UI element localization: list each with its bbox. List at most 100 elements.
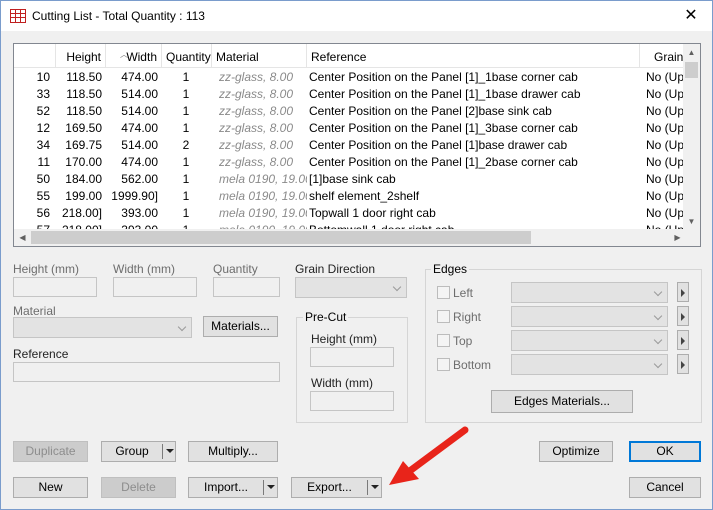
cell-quantity: 1 [182,70,190,84]
cell-reference: Center Position on the Panel [1]_1base c… [309,70,578,84]
edge-right-arrow-button[interactable] [677,306,689,326]
cell-quantity: 1 [182,87,190,101]
multiply-button[interactable]: Multiply... [188,441,278,462]
cell-reference: Center Position on the Panel [1]_2base c… [309,155,578,169]
cell-material: mela 0190, 19.00 [219,206,307,220]
cell-reference: Center Position on the Panel [1]_1base d… [309,87,581,101]
edge-bottom-arrow-button[interactable] [677,354,689,374]
export-split-button[interactable]: Export... [291,477,382,498]
cell-grain: No (Upo [646,155,686,169]
edge-left-label: Left [453,286,474,300]
edge-right-label: Right [453,310,482,324]
duplicate-button[interactable]: Duplicate [13,441,88,462]
cell-height: 218.00] [61,206,102,220]
cell-quantity: 1 [182,206,190,220]
horizontal-scrollbar[interactable]: ◀ ▶ [14,229,686,246]
cell-grain: No (Upo [646,206,686,220]
cell-reference: shelf element_2shelf [309,189,420,203]
width-input[interactable] [113,277,197,297]
group-split-button[interactable]: Group [101,441,176,462]
table-row[interactable]: 34 169.75 514.00 2 zz-glass, 8.00 Center Posi… [14,137,686,154]
table-row[interactable]: 52 118.50 514.00 1 zz-glass, 8.00 Center Posi… [14,103,686,120]
horizontal-scroll-thumb[interactable] [31,231,531,244]
export-dropdown-icon[interactable] [368,478,382,497]
edge-right-select[interactable] [511,306,668,327]
cell-reference: Center Position on the Panel [1]_3base c… [309,121,578,135]
vertical-scrollbar[interactable]: ▲ ▼ [683,44,700,230]
scroll-down-icon[interactable]: ▼ [683,213,700,230]
table-header: ︿ Height Width Quantity Material Referen… [14,44,700,68]
materials-button[interactable]: Materials... [203,316,278,337]
edge-bottom-select[interactable] [511,354,668,375]
new-button[interactable]: New [13,477,88,498]
cell-width: 393.00 [121,206,158,220]
import-button[interactable]: Import... [189,478,263,497]
edge-top-checkbox[interactable] [437,334,450,347]
cell-id: 12 [36,121,50,135]
scroll-up-icon[interactable]: ▲ [683,44,700,61]
edge-left-select[interactable] [511,282,668,303]
cell-quantity: 1 [182,121,190,135]
quantity-input[interactable] [213,277,280,297]
edges-materials-button[interactable]: Edges Materials... [491,390,633,413]
cutting-list-app-icon [10,9,26,23]
table-row[interactable]: 50 184.00 562.00 1 mela 0190, 19.00 [1]base … [14,171,686,188]
optimize-button[interactable]: Optimize [539,441,613,462]
cell-height: 118.50 [66,87,102,101]
cell-quantity: 1 [182,172,190,186]
close-icon[interactable]: ✕ [676,5,706,27]
table-row[interactable]: 10 118.50 474.00 1 zz-glass, 8.00 Center Posi… [14,69,686,86]
ok-button[interactable]: OK [629,441,701,462]
cell-material: zz-glass, 8.00 [219,138,294,152]
cell-quantity: 1 [182,155,190,169]
delete-button[interactable]: Delete [101,477,176,498]
column-header-quantity[interactable]: Quantity [162,44,212,68]
edge-top-arrow-button[interactable] [677,330,689,350]
edge-left-checkbox[interactable] [437,286,450,299]
group-dropdown-icon[interactable] [163,442,177,461]
height-input[interactable] [13,277,97,297]
edge-bottom-checkbox[interactable] [437,358,450,371]
precut-height-input[interactable] [310,347,394,367]
column-header-id[interactable] [14,44,56,68]
cancel-button[interactable]: Cancel [629,477,701,498]
edge-top-label: Top [453,334,473,348]
cell-reference: Center Position on the Panel [2]base sin… [309,104,552,118]
import-dropdown-icon[interactable] [264,478,278,497]
edge-left-arrow-button[interactable] [677,282,689,302]
cell-width: 474.00 [121,121,158,135]
column-header-material[interactable]: Material [212,44,307,68]
precut-width-input[interactable] [310,391,394,411]
table-row[interactable]: 12 169.50 474.00 1 zz-glass, 8.00 Center Posi… [14,120,686,137]
reference-label: Reference [13,347,69,361]
export-button[interactable]: Export... [292,478,367,497]
cell-grain: No (Upo [646,172,686,186]
grain-direction-select[interactable] [295,277,407,298]
cell-height: 118.50 [66,104,102,118]
cell-id: 10 [36,70,50,84]
scroll-left-icon[interactable]: ◀ [14,229,31,246]
cell-grain: No (Upo [646,138,686,152]
group-button[interactable]: Group [102,442,162,461]
edge-right-checkbox[interactable] [437,310,450,323]
cell-material: zz-glass, 8.00 [219,87,294,101]
import-split-button[interactable]: Import... [188,477,278,498]
material-select[interactable] [13,317,192,338]
edge-top-select[interactable] [511,330,668,351]
chevron-down-icon [178,323,188,333]
chevron-down-icon [393,283,403,293]
vertical-scroll-thumb[interactable] [685,62,698,78]
cell-quantity: 1 [182,104,190,118]
column-header-width[interactable]: Width [106,44,162,68]
table-row[interactable]: 55 199.00 1999.90] 1 mela 0190, 19.00 shelf e… [14,188,686,205]
cutting-list-table[interactable]: ︿ Height Width Quantity Material Referen… [13,43,701,247]
table-row[interactable]: 11 170.00 474.00 1 zz-glass, 8.00 Center Posi… [14,154,686,171]
column-header-height[interactable]: ︿ Height [56,44,128,68]
table-row[interactable]: 56 218.00] 393.00 1 mela 0190, 19.00 Topwall … [14,205,686,222]
window-title: Cutting List - Total Quantity : 113 [32,9,205,23]
cell-height: 199.00 [65,189,102,203]
title-bar[interactable]: Cutting List - Total Quantity : 113 ✕ [1,1,712,31]
reference-input[interactable] [13,362,280,382]
column-header-reference[interactable]: Reference [307,44,640,68]
table-row[interactable]: 33 118.50 514.00 1 zz-glass, 8.00 Center Posi… [14,86,686,103]
